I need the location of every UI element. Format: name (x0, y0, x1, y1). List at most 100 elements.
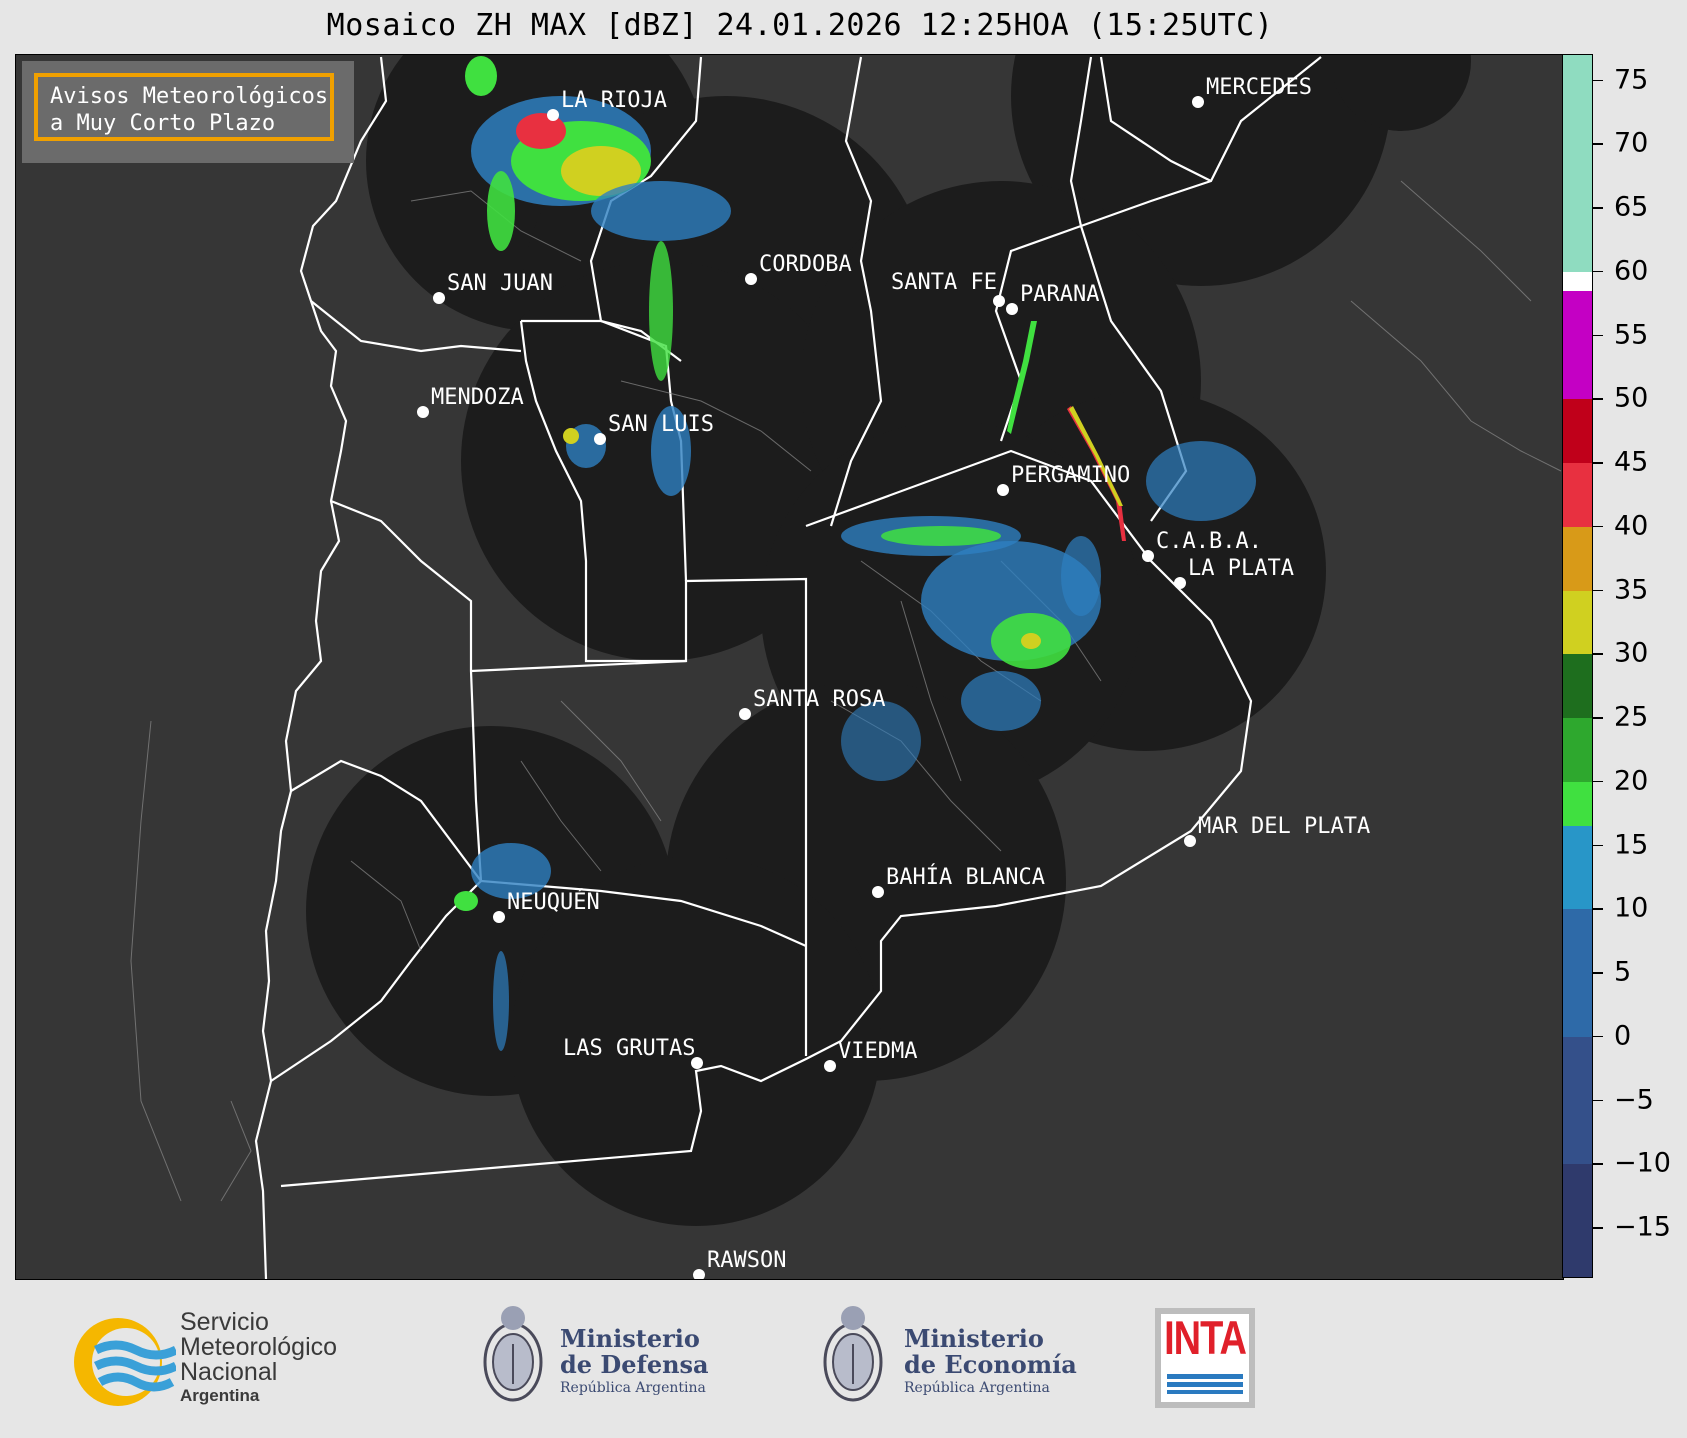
inta-logo-text: INTA (1164, 1312, 1247, 1366)
city-marker-dot (547, 109, 559, 121)
city-label: PERGAMINO (1011, 463, 1130, 488)
map-title: Mosaico ZH MAX [dBZ] 24.01.2026 12:25HOA… (326, 8, 1274, 43)
argentina-coat-of-arms-icon (823, 1306, 883, 1402)
colorbar-tick-label: 55 (1614, 319, 1649, 350)
city-marker-dot (433, 292, 445, 304)
colorbar-band (1563, 463, 1592, 527)
colorbar-tick-label: 65 (1614, 191, 1649, 223)
city-marker-dot (1192, 96, 1204, 108)
colorbar-band (1563, 826, 1592, 910)
colorbar-tick-label: 40 (1614, 510, 1649, 542)
colorbar-tick-mark (1593, 780, 1603, 783)
city-marker-dot (1142, 550, 1154, 562)
colorbar-tick-mark (1593, 525, 1603, 528)
colorbar-tick-mark (1593, 717, 1603, 719)
radar-map[interactable]: LA RIOJA MERCEDES SAN JUAN CORDOBA SANTA FE P… (15, 54, 1564, 1280)
badge-line1: Avisos Meteorológicos (50, 84, 329, 109)
colorbar-tick-label: −5 (1614, 1084, 1654, 1115)
city-label: VIEDMA (838, 1039, 917, 1064)
city-label: SAN JUAN (447, 271, 553, 296)
colorbar-tick-label: −10 (1614, 1147, 1671, 1179)
city-label: LAS GRUTAS (563, 1036, 695, 1061)
colorbar-tick-mark (1593, 462, 1603, 464)
colorbar-band (1563, 55, 1592, 272)
city-rawson[interactable]: RAWSON (693, 1248, 786, 1279)
economia-line2: de Economía (904, 1350, 1077, 1379)
colorbar-tick-mark (1593, 1099, 1603, 1101)
colorbar-band (1563, 399, 1592, 463)
colorbar-tick-mark (1593, 79, 1603, 81)
colorbar-tick-mark (1593, 207, 1603, 209)
argentina-coat-of-arms-icon (483, 1306, 543, 1402)
colorbar-tick-mark (1593, 589, 1603, 591)
city-label: MENDOZA (431, 385, 524, 410)
colorbar-band (1563, 290, 1592, 400)
badge-line2: a Muy Corto Plazo (50, 111, 276, 136)
colorbar-band (1563, 590, 1592, 655)
colorbar-tick-mark (1593, 908, 1603, 910)
smn-line1: Servicio (180, 1308, 269, 1336)
city-marker-dot (693, 1269, 705, 1279)
colorbar-tick-mark (1593, 398, 1603, 400)
radar-map-svg: LA RIOJA MERCEDES SAN JUAN CORDOBA SANTA FE P… (130, 55, 1562, 1279)
defensa-line1: Ministerio (560, 1324, 700, 1353)
colorbar-tick-mark (1593, 270, 1603, 273)
smn-line3: Nacional (180, 1358, 278, 1386)
city-label: LA RIOJA (561, 88, 667, 113)
footer-logos: Servicio Meteorológico Nacional Argentin… (0, 1280, 1687, 1438)
colorbar-tick-label: 50 (1614, 382, 1649, 414)
colorbar-tick-label: 70 (1614, 127, 1649, 159)
city-label: BAHÍA BLANCA (886, 864, 1045, 890)
colorbar-tick-mark (1593, 143, 1603, 145)
city-marker-dot (993, 295, 1005, 307)
city-label: C.A.B.A. (1156, 529, 1262, 554)
city-label: SAN LUIS (608, 412, 714, 437)
colorbar-tick-label: 0 (1614, 1020, 1632, 1052)
colorbar-band (1563, 526, 1592, 591)
city-label: NEUQUÉN (507, 889, 600, 915)
defensa-line2: de Defensa (560, 1350, 709, 1379)
colorbar-band (1563, 1164, 1592, 1277)
defensa-line3: República Argentina (560, 1380, 706, 1396)
colorbar-tick-mark (1593, 1163, 1603, 1165)
defensa-logo[interactable]: Ministerio de Defensa República Argentin… (480, 1296, 720, 1416)
city-marker-dot (824, 1060, 836, 1072)
city-label: LA PLATA (1188, 556, 1294, 581)
city-mar-del-plata[interactable]: MAR DEL PLATA (1184, 814, 1370, 847)
colorbar-band (1563, 271, 1592, 291)
city-label: MAR DEL PLATA (1198, 814, 1370, 839)
colorbar-tick-label: 45 (1614, 446, 1649, 478)
city-marker-dot (1174, 577, 1186, 589)
city-marker-dot (745, 273, 757, 285)
warning-badge[interactable]: Avisos Meteorológicos a Muy Corto Plazo (22, 61, 354, 163)
smn-line2: Meteorológico (180, 1333, 338, 1361)
smn-line4: Argentina (180, 1386, 260, 1405)
colorbar-tick-mark (1593, 972, 1603, 974)
inta-stripes-icon (1167, 1374, 1243, 1394)
colorbar-band (1563, 718, 1592, 782)
city-marker-dot (997, 484, 1009, 496)
colorbar-tick-label: 75 (1614, 64, 1649, 95)
economia-line3: República Argentina (904, 1380, 1050, 1396)
city-marker-dot (872, 886, 884, 898)
city-label: PARANA (1020, 282, 1099, 307)
colorbar-band (1563, 654, 1592, 718)
colorbar-tick-mark (1593, 334, 1603, 336)
colorbar-band (1563, 909, 1592, 1037)
economia-logo[interactable]: Ministerio de Economía República Argenti… (820, 1296, 1080, 1416)
colorbar-band (1563, 1036, 1592, 1165)
colorbar-band (1563, 781, 1592, 827)
city-marker-dot (1184, 835, 1196, 847)
inta-logo[interactable]: INTA (1155, 1308, 1255, 1408)
city-marker-dot (594, 433, 606, 445)
smn-logo[interactable]: Servicio Meteorológico Nacional Argentin… (66, 1310, 386, 1410)
dbz-colorbar (1562, 54, 1593, 1278)
colorbar-tick-mark (1593, 1227, 1603, 1229)
city-label: SANTA ROSA (753, 687, 885, 712)
city-label: SANTA FE (891, 270, 997, 295)
colorbar-tick-label: 5 (1614, 956, 1632, 988)
colorbar-tick-label: 20 (1614, 765, 1649, 797)
city-label: CORDOBA (759, 252, 852, 277)
colorbar-tick-label: 15 (1614, 829, 1649, 860)
colorbar-tick-label: 35 (1614, 574, 1649, 605)
